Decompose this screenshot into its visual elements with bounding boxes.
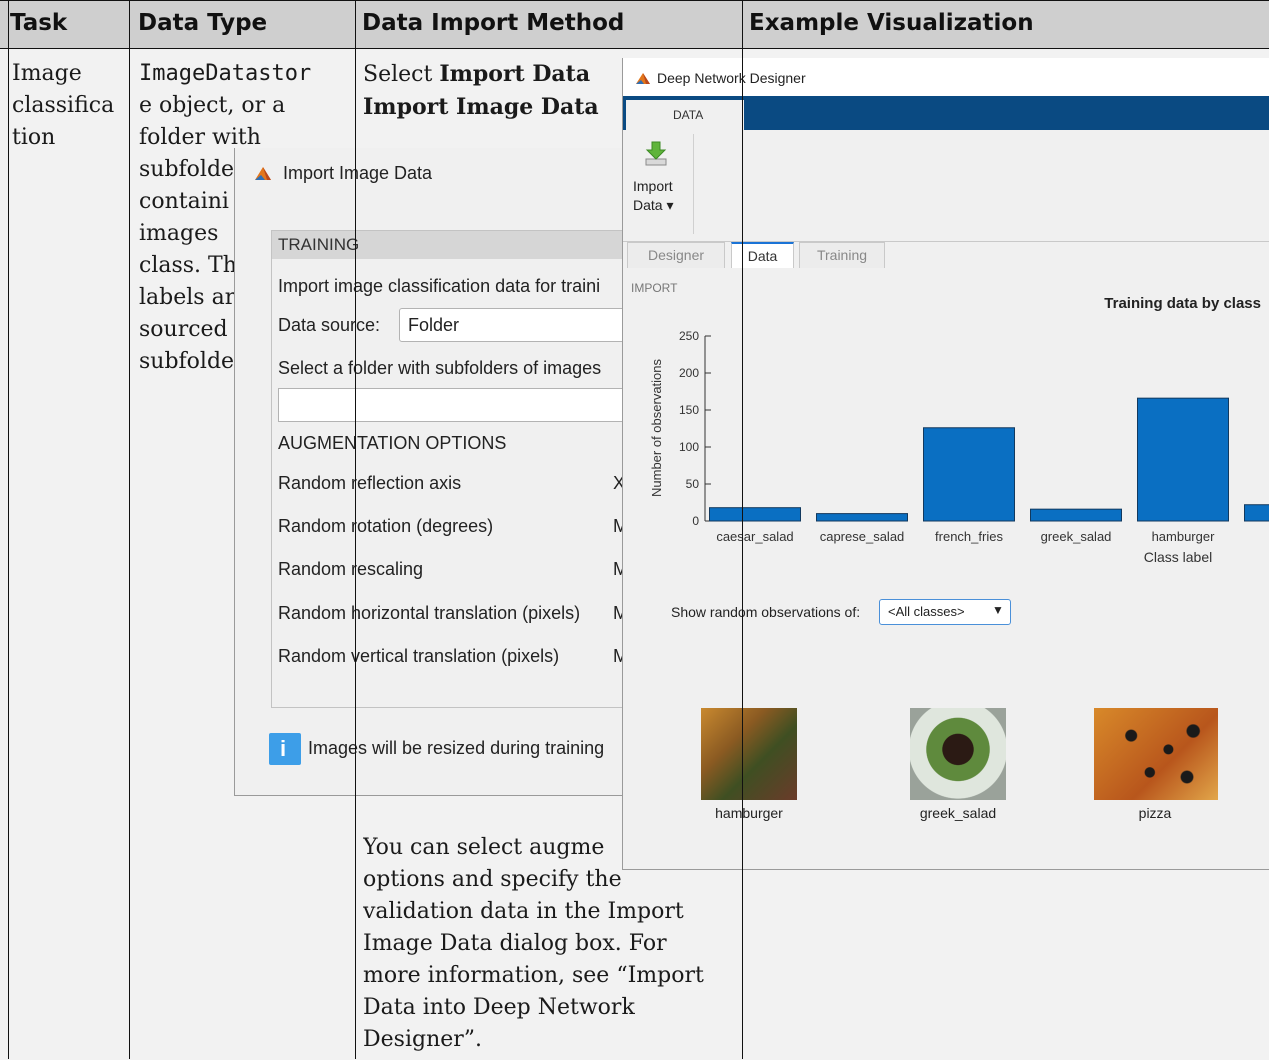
bar: [1138, 398, 1229, 521]
task-line: Image: [12, 58, 127, 90]
y-tick-label: 200: [679, 366, 699, 380]
option-reflection-label: Random reflection axis: [278, 473, 461, 494]
class-select-dropdown[interactable]: <All classes> ▼: [879, 599, 1011, 625]
method-line: Designer”.: [363, 1024, 741, 1056]
task-cell: Image classifica tion: [12, 58, 127, 168]
group-divider: [693, 134, 694, 234]
datatype-line: e object, or a: [139, 90, 354, 122]
method-line: Image Data dialog box. For: [363, 928, 741, 960]
training-data-chart: Training data by class Number of observa…: [623, 278, 1269, 578]
option-htranslation-label: Random horizontal translation (pixels): [278, 603, 580, 624]
import-image-data-ref: Import Image Data: [363, 94, 599, 120]
import-arrow-icon: [643, 140, 669, 168]
y-tick-label: 250: [679, 329, 699, 343]
header-task: Task: [10, 10, 67, 36]
method-cell-top: Select Import Data Import Image Data: [363, 58, 618, 128]
designer-title: Deep Network Designer: [657, 70, 806, 86]
chart-title: Training data by class: [1104, 295, 1261, 312]
x-tick-label: caprese_salad: [820, 529, 905, 544]
show-random-label: Show random observations of:: [671, 604, 860, 620]
dialog-title: Import Image Data: [283, 163, 432, 184]
column-divider: [742, 0, 743, 1059]
x-tick-label: caesar_salad: [716, 529, 793, 544]
thumbnail-pizza: [1094, 708, 1218, 800]
info-icon: i: [269, 733, 301, 765]
folder-path-input[interactable]: [278, 388, 638, 422]
tab-training[interactable]: Training: [799, 242, 885, 268]
data-source-value: Folder: [408, 315, 459, 336]
bar: [817, 514, 908, 521]
toolstrip: Import Data ▾ IMPORT: [623, 130, 1269, 242]
thumbnail-label: hamburger: [689, 805, 809, 821]
y-tick-label: 100: [679, 440, 699, 454]
data-source-dropdown[interactable]: Folder: [399, 308, 639, 342]
matlab-logo-icon: [635, 70, 651, 84]
method-line: validation data in the Import: [363, 896, 741, 928]
task-line: tion: [12, 122, 127, 154]
import-image-data-dialog: Import Image Data TRAINING Import image …: [234, 148, 634, 796]
table-left-border: [8, 0, 9, 1059]
chevron-down-icon: ▼: [992, 603, 1004, 617]
method-text: Select: [363, 62, 439, 87]
option-rescaling-label: Random rescaling: [278, 559, 423, 580]
method-line: more information, see “Import: [363, 960, 741, 992]
data-source-label: Data source:: [278, 315, 380, 336]
import-data-ref: Import Data: [439, 61, 590, 87]
y-tick-label: 50: [686, 477, 700, 491]
option-rotation-label: Random rotation (degrees): [278, 516, 493, 537]
import-data-button[interactable]: Import Data ▾: [627, 138, 689, 232]
table-top-border: [0, 0, 1269, 1]
import-label-line1: Import: [633, 178, 673, 194]
y-tick-label: 150: [679, 403, 699, 417]
intro-text: Import image classification data for tra…: [278, 276, 600, 297]
column-divider: [355, 0, 356, 1059]
thumbnail-hamburger: [701, 708, 797, 800]
tab-designer[interactable]: Designer: [627, 242, 725, 268]
thumbnail-greek-salad: [910, 708, 1006, 800]
info-text: Images will be resized during training: [308, 738, 604, 759]
bar: [1031, 509, 1122, 521]
thumbnail-label: greek_salad: [898, 805, 1018, 821]
header-row-border: [0, 48, 1269, 49]
training-panel: TRAINING: [271, 230, 651, 708]
folder-prompt: Select a folder with subfolders of image…: [278, 358, 601, 379]
augmentation-heading: AUGMENTATION OPTIONS: [278, 433, 506, 454]
header-data-type: Data Type: [138, 10, 267, 36]
x-axis-label: Class label: [1144, 549, 1212, 565]
datatype-line: ImageDatastor: [139, 58, 354, 90]
bar: [1245, 505, 1269, 521]
method-line: Data into Deep Network: [363, 992, 741, 1024]
training-heading: TRAINING: [278, 235, 359, 255]
tab-data[interactable]: Data: [731, 242, 794, 268]
x-tick-label: greek_salad: [1041, 529, 1112, 544]
ribbon-tab-data[interactable]: DATA: [626, 100, 744, 130]
header-example-visualization: Example Visualization: [749, 10, 1034, 36]
bar: [924, 428, 1015, 521]
x-tick-label: french_fries: [935, 529, 1003, 544]
class-select-value: <All classes>: [888, 604, 965, 619]
deep-network-designer-window: Deep Network Designer DATA Import Data ▾…: [622, 58, 1269, 870]
bar: [710, 508, 801, 521]
header-import-method: Data Import Method: [362, 10, 624, 36]
task-line: classifica: [12, 90, 127, 122]
x-tick-label: hamburger: [1152, 529, 1216, 544]
column-divider: [129, 0, 130, 1059]
matlab-logo-icon: [253, 164, 273, 182]
y-axis-label: Number of observations: [649, 358, 664, 497]
y-tick-label: 0: [692, 514, 699, 528]
thumbnail-label: pizza: [1095, 805, 1215, 821]
import-label-line2: Data ▾: [633, 197, 674, 214]
ribbon-tab-label: DATA: [673, 108, 703, 122]
option-vtranslation-label: Random vertical translation (pixels): [278, 646, 559, 667]
